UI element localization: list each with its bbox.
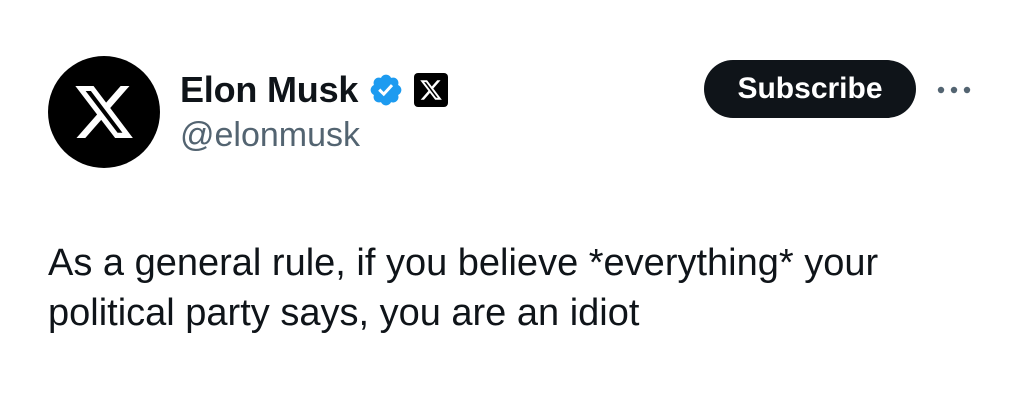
- subscribe-button[interactable]: Subscribe: [704, 60, 916, 118]
- x-affiliate-icon[interactable]: [414, 73, 449, 107]
- tweet-text: As a general rule, if you believe *every…: [48, 242, 879, 334]
- tweet-card: Elon Musk @elonmusk Subscribe As a gener…: [0, 0, 1024, 412]
- avatar[interactable]: [48, 56, 160, 168]
- more-options-button[interactable]: [934, 76, 974, 104]
- more-options-icon: [937, 86, 971, 94]
- verified-badge-icon[interactable]: [368, 72, 404, 108]
- author-name-row: Elon Musk: [180, 68, 449, 112]
- author-handle[interactable]: @elonmusk: [180, 116, 360, 155]
- x-logo-icon: [75, 86, 133, 138]
- author-display-name[interactable]: Elon Musk: [180, 69, 358, 111]
